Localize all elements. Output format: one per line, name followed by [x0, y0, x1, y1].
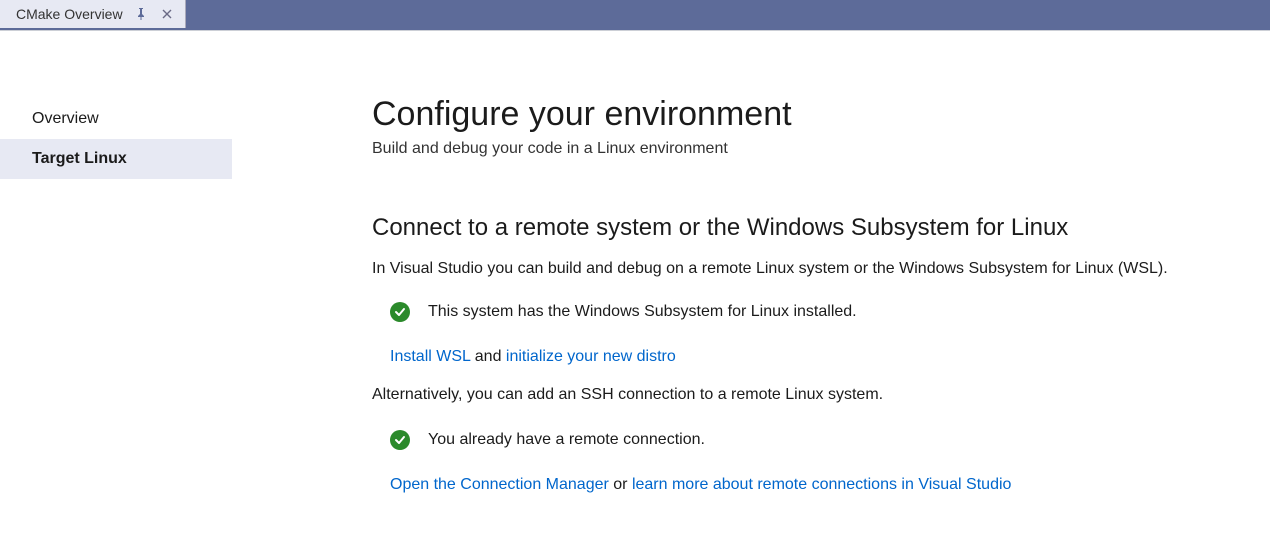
section-heading: Connect to a remote system or the Window…	[372, 214, 1250, 242]
open-connection-manager-link[interactable]: Open the Connection Manager	[390, 476, 609, 493]
sidebar-item-label: Target Linux	[32, 150, 127, 168]
learn-more-remote-link[interactable]: learn more about remote connections in V…	[632, 476, 1011, 493]
sidebar: Overview Target Linux	[0, 31, 232, 536]
remote-links-line: Open the Connection Manager or learn mor…	[372, 476, 1250, 494]
alternative-text: Alternatively, you can add an SSH connec…	[372, 386, 1250, 404]
or-text: or	[609, 476, 632, 493]
pin-icon[interactable]	[133, 6, 149, 22]
wsl-status-line: This system has the Windows Subsystem fo…	[372, 302, 1250, 322]
remote-status-line: You already have a remote connection.	[372, 430, 1250, 450]
wsl-links-line: Install WSL and initialize your new dist…	[372, 348, 1250, 366]
intro-text: In Visual Studio you can build and debug…	[372, 260, 1250, 278]
install-wsl-link[interactable]: Install WSL	[390, 348, 470, 365]
titlebar: CMake Overview	[0, 0, 1270, 30]
remote-status-text: You already have a remote connection.	[428, 431, 705, 449]
content-pane: Configure your environment Build and deb…	[232, 31, 1270, 536]
tab-title: CMake Overview	[16, 6, 123, 22]
initialize-distro-link[interactable]: initialize your new distro	[506, 348, 676, 365]
main-area: Overview Target Linux Configure your env…	[0, 30, 1270, 536]
sidebar-item-target-linux[interactable]: Target Linux	[0, 139, 232, 179]
close-icon[interactable]	[159, 6, 175, 22]
check-icon	[390, 302, 410, 322]
page-title: Configure your environment	[372, 95, 1250, 134]
document-tab[interactable]: CMake Overview	[0, 0, 186, 28]
wsl-status-text: This system has the Windows Subsystem fo…	[428, 303, 857, 321]
check-icon	[390, 430, 410, 450]
sidebar-item-label: Overview	[32, 110, 99, 128]
and-text: and	[470, 348, 506, 365]
page-subtitle: Build and debug your code in a Linux env…	[372, 140, 1250, 158]
sidebar-item-overview[interactable]: Overview	[0, 99, 232, 139]
